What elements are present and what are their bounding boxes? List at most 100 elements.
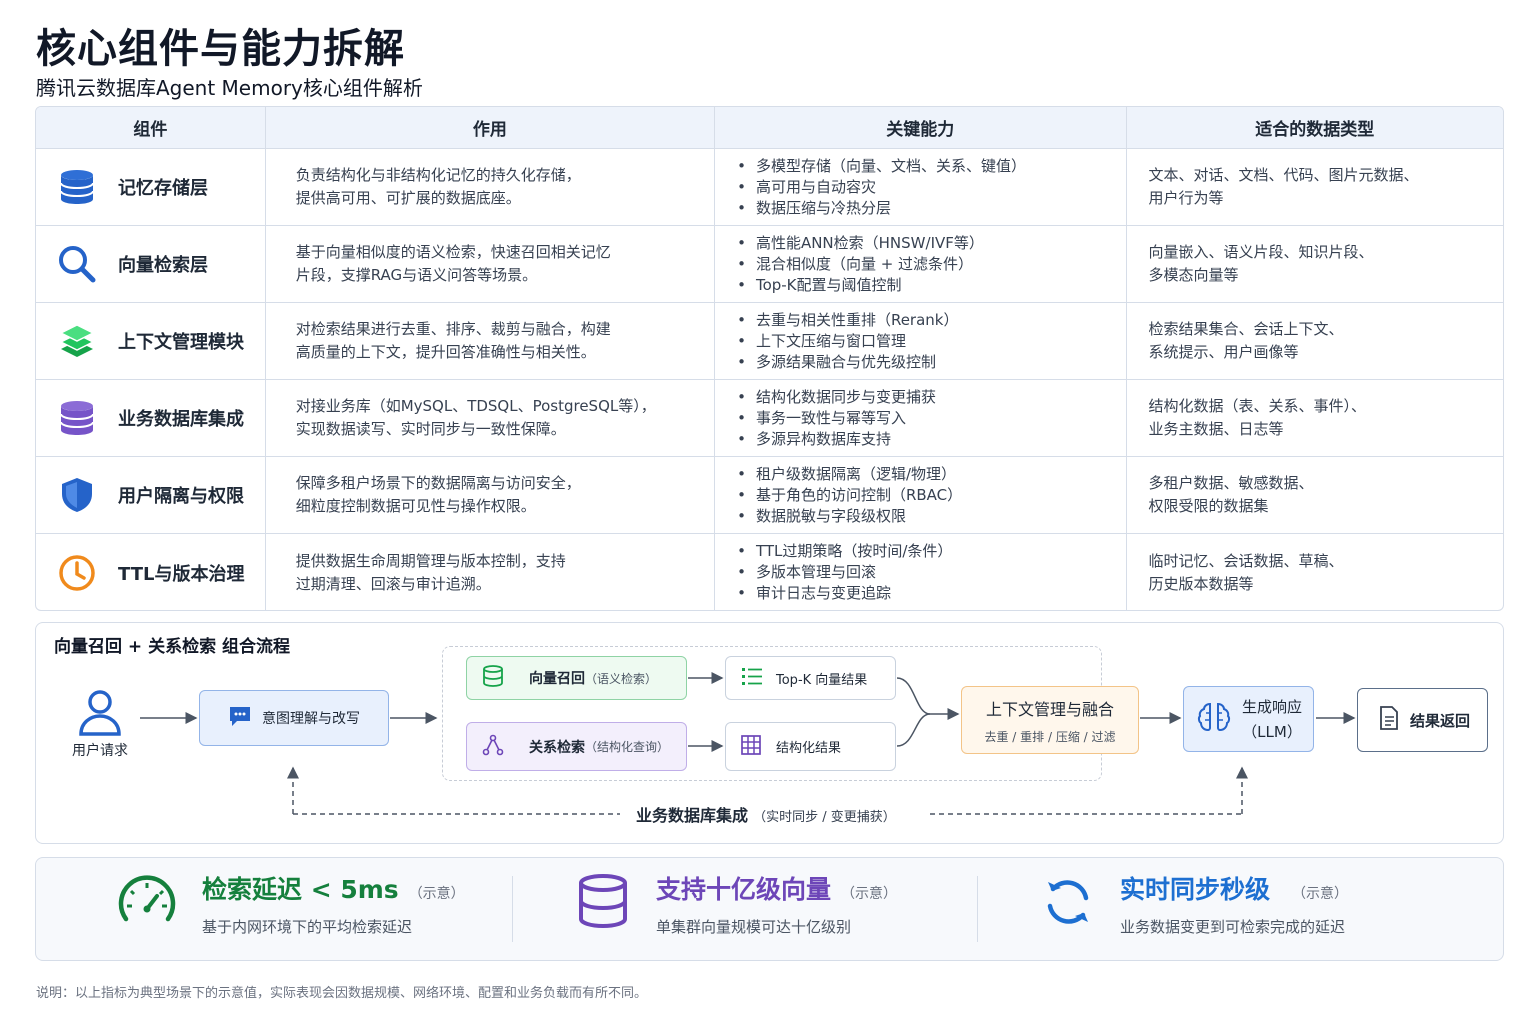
cell-data-types: 多租户数据、敏感数据、 权限受限的数据集 <box>1127 457 1503 533</box>
metric-sync: 实时同步秒级 （示意） 业务数据变更到可检索完成的延迟 <box>1040 870 1348 937</box>
metric-desc: 业务数据变更到可检索完成的延迟 <box>1120 918 1346 936</box>
clock-icon <box>56 552 98 594</box>
capability-item: 去重与相关性重排（Rerank） <box>737 310 959 331</box>
role-line: 提供数据生命周期管理与版本控制，支持 <box>295 551 566 570</box>
data-type-line: 检索结果集合、会话上下文、 <box>1148 320 1344 338</box>
metric-title-text: 检索延迟 < 5ms <box>202 875 399 904</box>
role-line: 片段，支撑RAG与语义问答等场景。 <box>295 266 538 284</box>
role-line: 实现数据读写、实时同步与一致性保障。 <box>295 420 566 438</box>
capability-item: 结构化数据同步与变更捕获 <box>737 387 936 408</box>
table-row: TTL与版本治理 提供数据生命周期管理与版本控制，支持 过期清理、回滚与审计追溯。… <box>36 534 1503 610</box>
table-row: 记忆存储层 负责结构化与非结构化记忆的持久化存储， 提供高可用、可扩展的数据底座。… <box>36 149 1503 226</box>
data-type-line: 用户行为等 <box>1148 189 1224 207</box>
flow-title: 向量召回 + 关系检索 组合流程 <box>54 637 290 657</box>
cell-component: 业务数据库集成 <box>36 380 266 456</box>
cell-role: 保障多租户场景下的数据隔离与访问安全， 细粒度控制数据可见性与操作权限。 <box>266 457 716 533</box>
footnote: 说明：以上指标为典型场景下的示意值，实际表现会因数据规模、网络环境、配置和业务负… <box>36 986 648 1001</box>
cell-capabilities: 结构化数据同步与变更捕获事务一致性与幂等写入多源异构数据库支持 <box>715 380 1127 456</box>
llm-line2: （LLM） <box>1242 723 1302 741</box>
metric-title: 实时同步秒级 （示意） <box>1120 870 1348 906</box>
header-role: 作用 <box>266 107 716 148</box>
role-line: 对接业务库（如MySQL、TDSQL、PostgreSQL等）， <box>295 397 656 415</box>
data-type-line: 多租户数据、敏感数据、 <box>1148 474 1314 492</box>
component-name: 用户隔离与权限 <box>118 486 244 507</box>
metric-note: （示意） <box>841 886 898 902</box>
data-type-line: 文本、对话、文档、代码、图片元数据、 <box>1148 166 1419 184</box>
list-icon <box>740 665 764 691</box>
cell-data-types: 向量嵌入、语义片段、知识片段、 多模态向量等 <box>1127 226 1503 302</box>
capability-item: 多模型存储（向量、文档、关系、键值） <box>737 156 1026 177</box>
metric-title-text: 实时同步秒级 <box>1120 875 1271 904</box>
cell-component: 上下文管理模块 <box>36 303 266 379</box>
capability-item: 多源结果融合与优先级控制 <box>737 352 958 373</box>
capability-item: 多源异构数据库支持 <box>737 429 936 450</box>
data-type-line: 权限受限的数据集 <box>1148 497 1269 515</box>
data-type-line: 多模态向量等 <box>1148 266 1239 284</box>
component-name: 业务数据库集成 <box>118 409 244 430</box>
data-type-line: 向量嵌入、语义片段、知识片段、 <box>1148 243 1374 261</box>
capability-item: 数据脱敏与字段级权限 <box>737 506 962 527</box>
cell-data-types: 文本、对话、文档、代码、图片元数据、 用户行为等 <box>1127 149 1503 225</box>
capability-item: TTL过期策略（按时间/条件） <box>737 541 952 562</box>
topk-label: Top-K 向量结果 <box>776 672 868 688</box>
capability-item: 高性能ANN检索（HNSW/IVF等） <box>737 233 984 254</box>
database-stack-icon <box>574 872 632 936</box>
structured-label: 结构化结果 <box>776 741 842 756</box>
chat-icon <box>228 705 252 731</box>
data-type-line: 临时记忆、会话数据、草稿、 <box>1148 551 1344 570</box>
cell-capabilities: TTL过期策略（按时间/条件）多版本管理与回滚审计日志与变更追踪 <box>715 534 1127 610</box>
sync-icon <box>1040 874 1096 934</box>
component-name: 向量检索层 <box>118 255 208 276</box>
cell-component: 记忆存储层 <box>36 149 266 225</box>
table-row: 用户隔离与权限 保障多租户场景下的数据隔离与访问安全， 细粒度控制数据可见性与操作… <box>36 457 1503 534</box>
role-line: 提供高可用、可扩展的数据底座。 <box>295 189 521 207</box>
vector-recall-label: 向量召回 <box>529 671 585 687</box>
role-line: 细粒度控制数据可见性与操作权限。 <box>295 497 536 515</box>
relation-search-note: （结构化查询） <box>585 740 670 754</box>
role-line: 过期清理、回滚与审计追溯。 <box>295 574 491 593</box>
result-node: 结果返回 <box>1357 688 1488 752</box>
table-icon <box>740 734 762 760</box>
graph-icon <box>481 733 505 761</box>
cell-data-types: 临时记忆、会话数据、草稿、 历史版本数据等 <box>1127 534 1503 610</box>
structured-node: 结构化结果 <box>725 722 896 771</box>
metric-desc: 单集群向量规模可达十亿级别 <box>656 918 852 936</box>
llm-line1: 生成响应 <box>1242 698 1303 716</box>
cell-capabilities: 去重与相关性重排（Rerank）上下文压缩与窗口管理多源结果融合与优先级控制 <box>715 303 1127 379</box>
cell-role: 对接业务库（如MySQL、TDSQL、PostgreSQL等）， 实现数据读写、实… <box>266 380 716 456</box>
table-header: 组件 作用 关键能力 适合的数据类型 <box>36 107 1503 149</box>
data-type-line: 结构化数据（表、关系、事件）、 <box>1148 397 1367 415</box>
cell-capabilities: 多模型存储（向量、文档、关系、键值）高可用与自动容灾数据压缩与冷热分层 <box>715 149 1127 225</box>
page-title: 核心组件与能力拆解 <box>36 26 405 72</box>
context-node: 上下文管理与融合 去重 / 重排 / 压缩 / 过滤 <box>961 686 1139 754</box>
data-type-line: 历史版本数据等 <box>1148 574 1254 593</box>
metric-title: 支持十亿级向量 （示意） <box>656 870 897 906</box>
page-subtitle: 腾讯云数据库Agent Memory核心组件解析 <box>36 76 423 100</box>
relation-search-node: 关系检索 （结构化查询） <box>466 722 687 771</box>
cell-component: 用户隔离与权限 <box>36 457 266 533</box>
header-component: 组件 <box>36 107 266 148</box>
table-row: 业务数据库集成 对接业务库（如MySQL、TDSQL、PostgreSQL等），… <box>36 380 1503 457</box>
cell-component: TTL与版本治理 <box>36 534 266 610</box>
metric-title-text: 支持十亿级向量 <box>656 875 832 904</box>
metrics-divider <box>977 876 978 942</box>
llm-node: 生成响应 （LLM） <box>1183 686 1314 752</box>
role-line: 基于向量相似度的语义检索，快速召回相关记忆 <box>295 243 611 261</box>
user-icon <box>60 688 140 740</box>
speedometer-icon <box>116 871 178 937</box>
data-type-line: 系统提示、用户画像等 <box>1148 343 1299 361</box>
database-icon <box>56 166 98 208</box>
brain-icon <box>1196 699 1232 739</box>
context-sub: 去重 / 重排 / 压缩 / 过滤 <box>984 729 1116 744</box>
capability-item: 上下文压缩与窗口管理 <box>737 331 958 352</box>
cell-role: 负责结构化与非结构化记忆的持久化存储， 提供高可用、可扩展的数据底座。 <box>266 149 716 225</box>
table-row: 向量检索层 基于向量相似度的语义检索，快速召回相关记忆 片段，支撑RAG与语义问答… <box>36 226 1503 303</box>
capability-item: 高可用与自动容灾 <box>737 177 1026 198</box>
header-capabilities: 关键能力 <box>715 107 1127 148</box>
capability-item: 租户级数据隔离（逻辑/物理） <box>737 464 962 485</box>
components-table: 组件 作用 关键能力 适合的数据类型 记忆存储层 负责结构化与非结构化记忆的持久… <box>35 106 1504 611</box>
capability-item: 数据压缩与冷热分层 <box>737 198 1026 219</box>
cell-role: 对检索结果进行去重、排序、裁剪与融合，构建 高质量的上下文，提升回答准确性与相关性… <box>266 303 716 379</box>
cell-capabilities: 高性能ANN检索（HNSW/IVF等）混合相似度（向量 + 过滤条件）Top-K… <box>715 226 1127 302</box>
db-integration-note: （实时同步 / 变更捕获） <box>753 810 896 825</box>
